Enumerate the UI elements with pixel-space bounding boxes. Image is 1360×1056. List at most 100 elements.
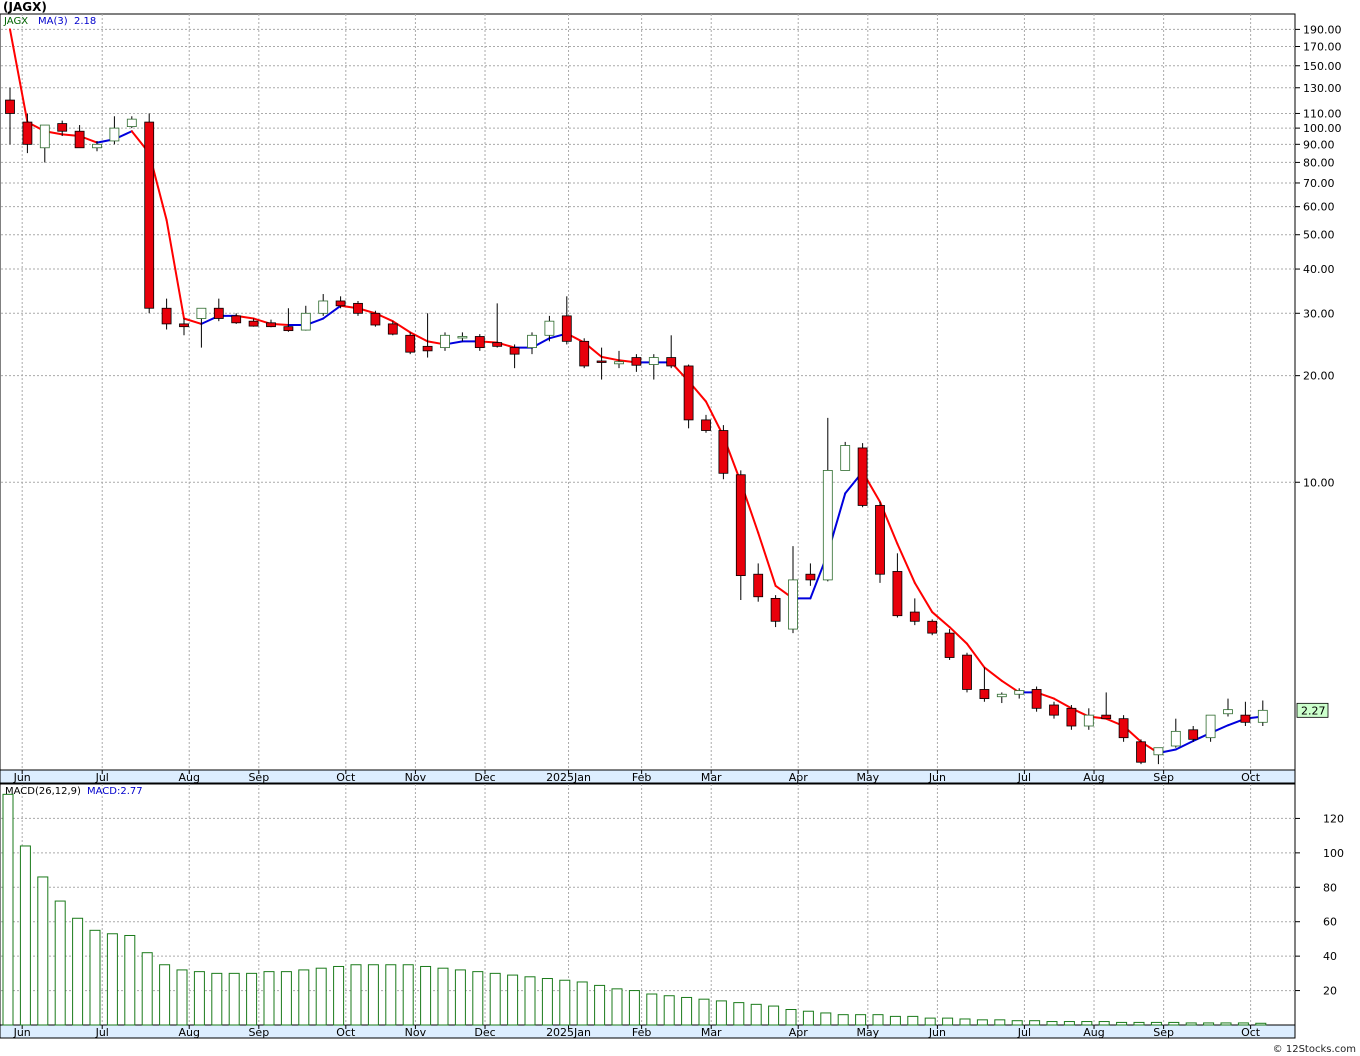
- price-xtick-label: Aug: [178, 771, 199, 784]
- macd-bar: [681, 996, 693, 1026]
- price-xtick-label: Mar: [701, 771, 722, 784]
- macd-bar: [524, 976, 536, 1026]
- macd-ytick-label: 120: [1323, 812, 1344, 825]
- candle-body: [1101, 714, 1112, 720]
- macd-bar: [594, 984, 606, 1026]
- macd-bar: [72, 917, 84, 1026]
- macd-xtick-label: 2025Jan: [546, 1026, 591, 1039]
- candle-body: [666, 357, 677, 367]
- macd-bar: [263, 971, 275, 1026]
- candle-body: [962, 654, 972, 690]
- macd-bar: [1081, 1021, 1093, 1026]
- candle-body: [1205, 714, 1216, 739]
- macd-bar: [367, 964, 379, 1026]
- candle-body: [875, 505, 885, 575]
- macd-bar: [280, 971, 292, 1026]
- candle-body: [1240, 714, 1251, 723]
- price-xtick-label: Jul: [1017, 771, 1031, 784]
- macd-bar: [646, 993, 658, 1026]
- candle-body: [805, 573, 816, 581]
- candle-body: [353, 302, 363, 314]
- price-xtick-label: Jun: [928, 771, 946, 784]
- candle-body: [300, 312, 311, 331]
- candle-body: [753, 573, 764, 598]
- macd-xtick-label: Feb: [632, 1026, 651, 1039]
- candle-body: [1257, 709, 1268, 723]
- stock-chart: 190.00 170.00 150.00 130.00 110.00 100.00 90.0…: [0, 13, 1344, 1039]
- macd-xtick-label: Nov: [405, 1026, 427, 1039]
- candle-body: [474, 336, 485, 349]
- candle-body: [770, 597, 781, 622]
- macd-xtick-label: Oct: [336, 1026, 356, 1039]
- macd-bar: [768, 1005, 780, 1026]
- price-ytick-label: 130.00: [1303, 82, 1342, 95]
- price-ytick-label: 110.00: [1303, 107, 1342, 120]
- macd-xtick-label: Mar: [701, 1026, 722, 1039]
- macd-bar: [1133, 1021, 1145, 1026]
- price-xtick-label: 2025Jan: [546, 771, 591, 784]
- macd-ytick-label: 80: [1323, 881, 1337, 894]
- macd-bar: [1098, 1021, 1110, 1026]
- candle-body: [579, 340, 590, 367]
- candle-body: [631, 357, 642, 366]
- price-ytick-label: 70.00: [1303, 177, 1335, 190]
- macd-bar: [315, 967, 327, 1026]
- macd-bar: [385, 964, 397, 1026]
- macd-bar: [437, 967, 449, 1026]
- price-tag: 2.27: [1301, 704, 1326, 717]
- macd-bar: [837, 1014, 849, 1026]
- ma-legend: MA(3): [38, 16, 68, 27]
- macd-bar: [176, 969, 188, 1026]
- macd-bar: [402, 964, 414, 1026]
- macd-bar: [942, 1017, 954, 1026]
- macd-bar: [872, 1014, 884, 1026]
- macd-bar: [1046, 1021, 1058, 1026]
- macd-bar: [1063, 1021, 1075, 1026]
- price-xtick-label: Apr: [789, 771, 809, 784]
- price-ytick-label: 20.00: [1303, 370, 1335, 383]
- macd-legend: MACD(26,12,9): [5, 786, 81, 797]
- candle-body: [1118, 718, 1129, 739]
- macd-bar: [193, 971, 205, 1026]
- macd-xtick-label: Aug: [178, 1026, 199, 1039]
- candle-body: [231, 315, 242, 324]
- price-ytick-label: 190.00: [1303, 23, 1342, 36]
- price-xtick-label: Sep: [248, 771, 269, 784]
- price-ytick-label: 40.00: [1303, 263, 1335, 276]
- macd-bar: [715, 1000, 727, 1026]
- candle-body: [266, 322, 276, 328]
- candle-body: [822, 470, 833, 581]
- candle-body: [1014, 690, 1025, 695]
- macd-bar: [333, 965, 345, 1026]
- price-xtick-label: Sep: [1153, 771, 1174, 784]
- macd-bar: [855, 1014, 867, 1026]
- macd-bar: [994, 1019, 1006, 1026]
- macd-bar: [1150, 1021, 1162, 1026]
- candle-body: [1188, 729, 1199, 740]
- candle-body: [527, 334, 537, 349]
- macd-bar: [698, 998, 710, 1026]
- macd-bar: [959, 1018, 971, 1026]
- candle-body: [126, 118, 137, 127]
- macd-ytick-label: 60: [1323, 916, 1337, 929]
- macd-bar: [1220, 1022, 1232, 1026]
- candle-body: [561, 315, 572, 342]
- macd-bar: [1237, 1022, 1249, 1026]
- macd-xtick-label: Jul: [95, 1026, 109, 1039]
- macd-bar: [489, 972, 501, 1026]
- candle-body: [161, 307, 172, 325]
- ma-value: 2.18: [74, 16, 97, 27]
- macd-bar: [211, 972, 223, 1026]
- price-xtick-label: Oct: [336, 771, 356, 784]
- macd-xtick-label: Jun: [13, 1026, 31, 1039]
- macd-xtick-label: Sep: [1153, 1026, 1174, 1039]
- price-xtick-label: May: [856, 771, 879, 784]
- macd-bar: [611, 988, 623, 1026]
- candle-body: [144, 121, 155, 309]
- chart-title: (JAGX): [3, 0, 47, 14]
- macd-bar: [420, 965, 432, 1026]
- candle-body: [1083, 714, 1094, 727]
- candle-body: [318, 300, 329, 314]
- macd-xtick-label: May: [856, 1026, 879, 1039]
- candle-body: [5, 99, 15, 114]
